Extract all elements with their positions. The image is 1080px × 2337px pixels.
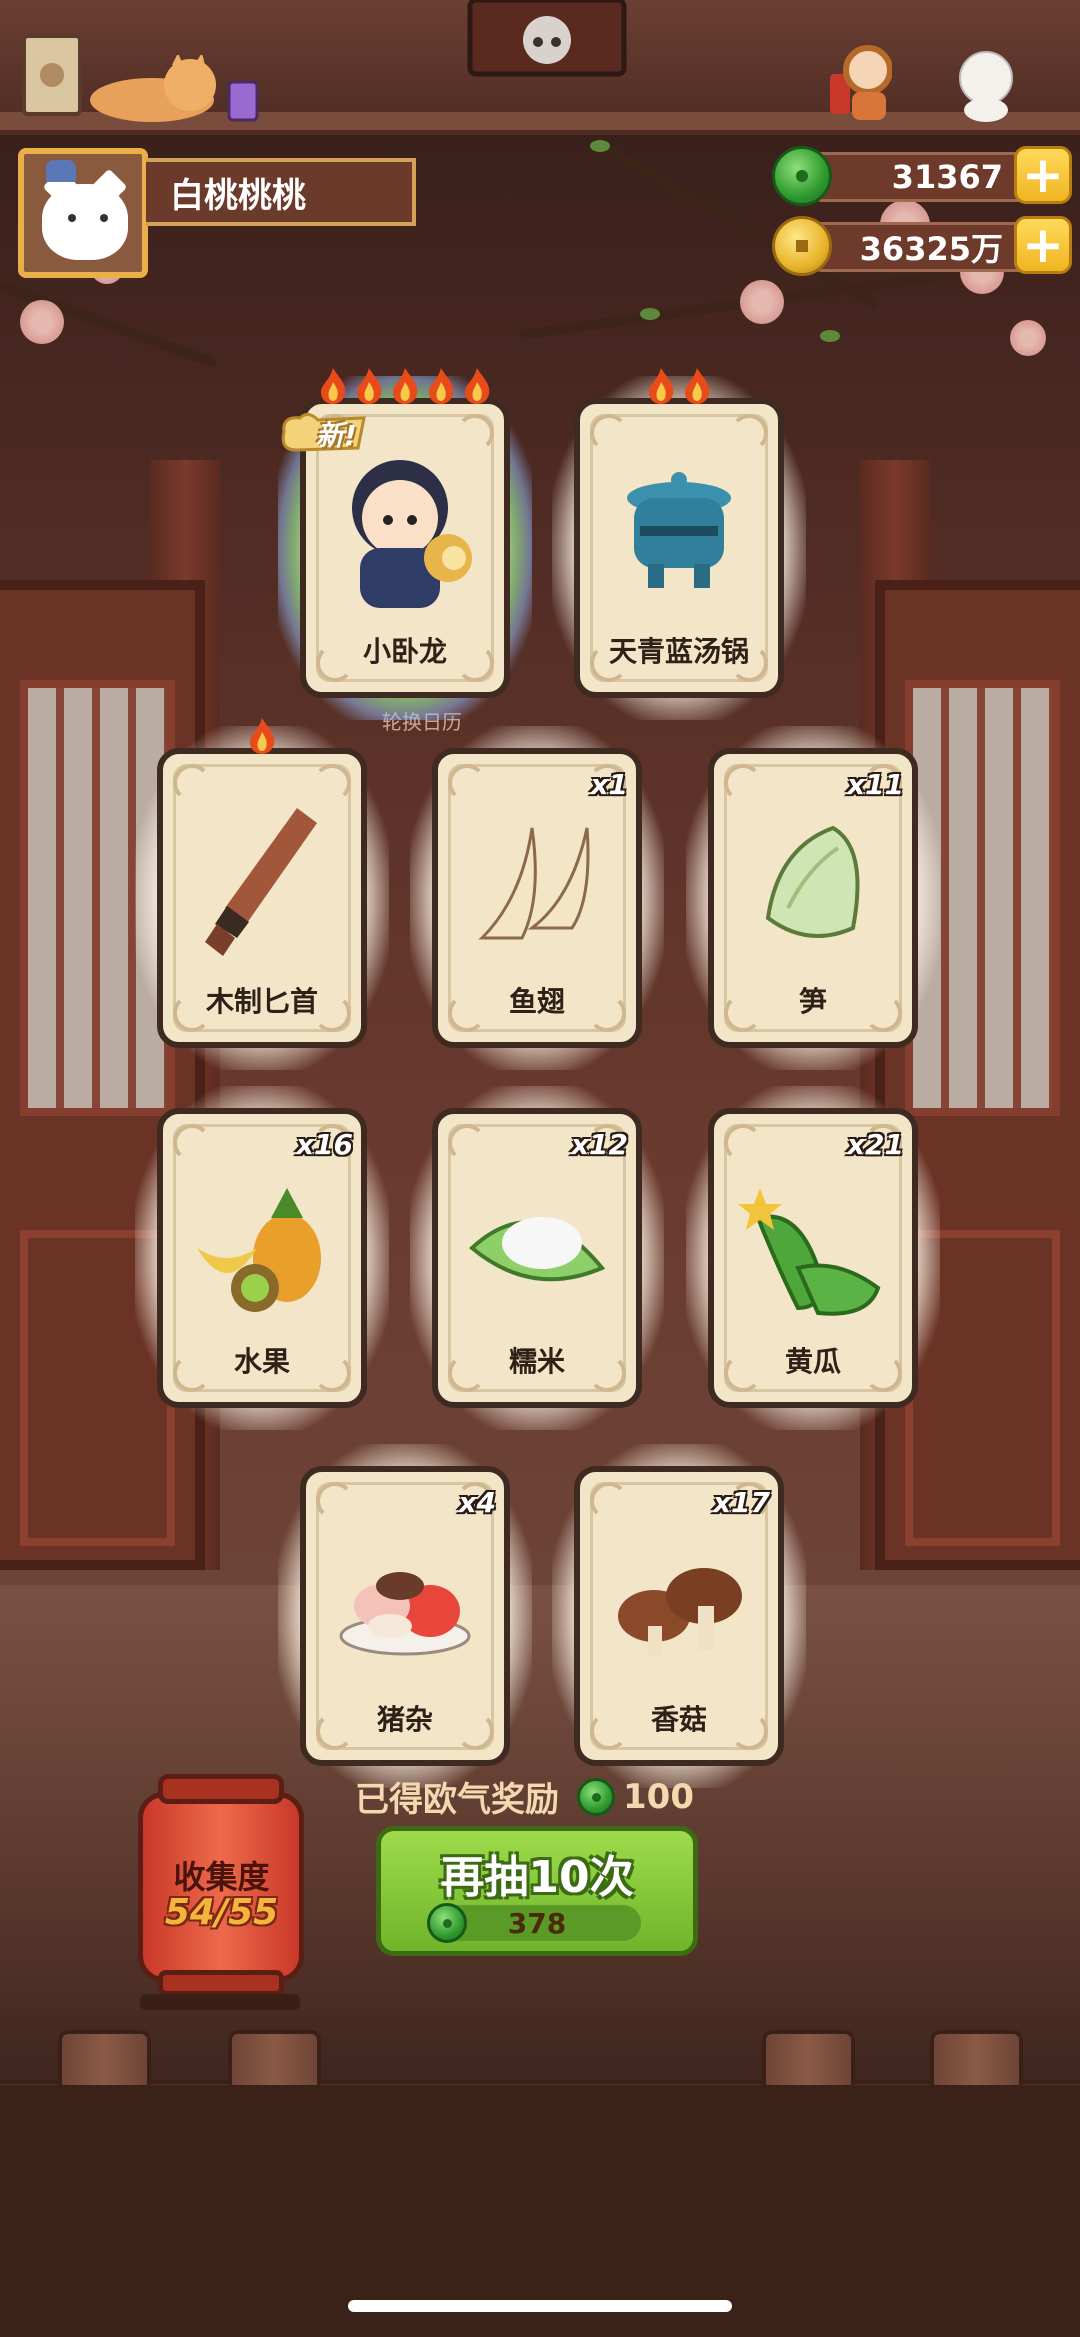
player-name: 白桃桃桃 — [146, 158, 416, 226]
jade-icon — [577, 1777, 615, 1816]
card-count: x16 — [295, 1128, 353, 1161]
rarity-flames — [157, 716, 367, 756]
draw-again-label: 再抽10次 — [440, 1852, 634, 1903]
boy-figure-icon — [830, 45, 892, 120]
jade-currency: 31367 + — [772, 146, 1072, 206]
flame-icon — [425, 366, 457, 406]
flame-icon — [246, 716, 278, 756]
reward-card[interactable]: 天青蓝汤锅 — [552, 368, 806, 720]
leaf-bud — [590, 140, 610, 152]
leaf-bud — [820, 330, 840, 342]
draw-cost-value: 378 — [507, 1906, 567, 1940]
reward-card[interactable]: 鱼翅 x1 — [410, 726, 664, 1070]
card-name: 猪杂 — [376, 1703, 433, 1736]
avatar[interactable] — [18, 148, 148, 278]
new-badge-label: 新! — [316, 419, 357, 452]
flame-icon — [317, 366, 349, 406]
home-indicator[interactable] — [348, 2300, 732, 2312]
collection-lantern[interactable]: 收集度 54/55 — [134, 1770, 309, 2020]
reward-card[interactable]: 猪杂 x4 — [278, 1444, 532, 1788]
rarity-flames — [300, 366, 510, 406]
card-name: 水果 — [233, 1345, 290, 1378]
card-count: x12 — [570, 1128, 628, 1161]
card-name: 鱼翅 — [508, 985, 565, 1018]
blossom — [1010, 320, 1046, 356]
reward-card[interactable]: 小卧龙 新! — [278, 368, 532, 720]
luck-reward-label: 已得欧气奖励 — [355, 1780, 559, 1820]
scroll-painting-icon — [22, 34, 82, 116]
reward-card[interactable]: 香菇 x17 — [552, 1444, 806, 1788]
game-scene: 白桃桃桃 31367 + 36325万 + 轮换日历 小卧龙 新! 天青蓝汤锅 … — [0, 0, 1080, 2337]
card-name: 香菇 — [650, 1703, 707, 1736]
purple-jar-icon — [227, 80, 259, 122]
collection-value: 54/55 — [164, 1892, 279, 1933]
rarity-flames — [574, 366, 784, 406]
blossom — [740, 280, 784, 324]
card-count: x1 — [590, 768, 628, 801]
card-name: 黄瓜 — [784, 1345, 841, 1378]
gold-amount: 36325万 — [812, 222, 1032, 272]
flame-icon — [461, 366, 493, 406]
card-name: 糯米 — [508, 1345, 565, 1378]
card-count: x4 — [458, 1486, 496, 1519]
reward-card[interactable]: 水果 x16 — [135, 1086, 389, 1430]
white-cat-icon — [959, 51, 1013, 122]
add-jade-button[interactable]: + — [1014, 146, 1072, 204]
flame-icon — [353, 366, 385, 406]
reward-card[interactable]: 糯米 x12 — [410, 1086, 664, 1430]
gold-coin-icon — [772, 216, 832, 276]
card-count: x21 — [846, 1128, 904, 1161]
luck-reward-value: 100 — [623, 1776, 694, 1817]
card-count: x11 — [846, 768, 904, 801]
draw-cost: 378 — [427, 1903, 641, 1943]
jade-amount: 31367 — [812, 152, 1032, 202]
tabby-cat-icon — [90, 55, 216, 122]
sage-portrait-icon — [467, 0, 627, 77]
leaf-bud — [640, 308, 660, 320]
new-badge: 新! — [278, 410, 370, 456]
flame-icon — [681, 366, 713, 406]
luck-reward: 已得欧气奖励 100 — [355, 1772, 694, 1821]
jade-icon — [427, 1903, 467, 1943]
flame-icon — [645, 366, 677, 406]
gold-currency: 36325万 + — [772, 216, 1072, 276]
hat-icon — [46, 160, 76, 182]
draw-again-button[interactable]: 再抽10次 378 — [376, 1826, 698, 1956]
card-name: 木制匕首 — [205, 985, 318, 1018]
card-name: 笋 — [798, 985, 827, 1018]
card-name: 天青蓝汤锅 — [608, 635, 749, 668]
card-count: x17 — [712, 1486, 770, 1519]
add-gold-button[interactable]: + — [1014, 216, 1072, 274]
jade-icon — [772, 146, 832, 206]
flame-icon — [389, 366, 421, 406]
reward-card[interactable]: 笋 x11 — [686, 726, 940, 1070]
card-name: 小卧龙 — [362, 635, 447, 668]
blossom — [20, 300, 64, 344]
reward-card[interactable]: 木制匕首 — [135, 718, 389, 1070]
reward-card[interactable]: 黄瓜 x21 — [686, 1086, 940, 1430]
